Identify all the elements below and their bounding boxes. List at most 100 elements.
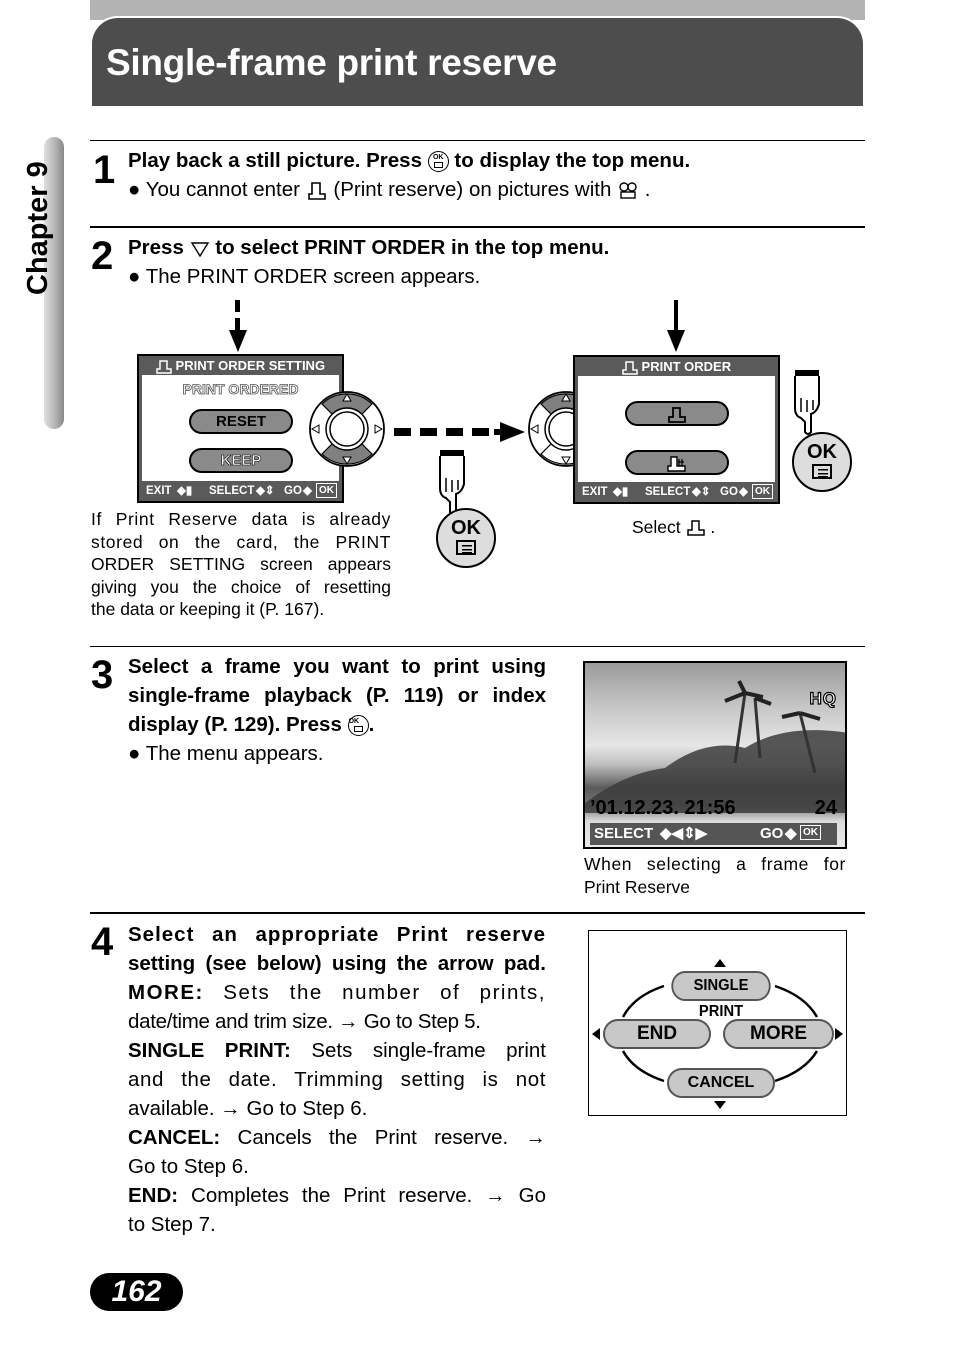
ok-menu-button-icon: OK	[347, 715, 369, 737]
left-triangle-icon	[592, 1028, 600, 1040]
step-number: 3	[91, 653, 114, 697]
divider	[90, 912, 865, 914]
heading-line: Select an appropriate Print reserve	[128, 923, 546, 946]
caption-text: Select	[632, 517, 681, 537]
go-label: GO	[284, 485, 302, 497]
step-1-heading: Play back a still picture. Press OK to d…	[128, 146, 690, 175]
left-key-icon: ◆▮	[613, 486, 629, 498]
heading-text: display (P. 129). Press	[128, 713, 342, 736]
keep-button[interactable]: KEEP	[189, 448, 293, 473]
exit-label: EXIT	[146, 485, 172, 497]
page-title: Single-frame print reserve	[106, 42, 557, 83]
caption-line: Print Reserve	[584, 876, 691, 897]
screen-title: PRINT ORDER	[575, 357, 778, 376]
single-print-menu-button[interactable]: SINGLE PRINT	[671, 971, 771, 1020]
screen-footer: EXIT ◆▮ SELECT ◆⇕ GO ◆ OK	[575, 482, 778, 502]
option-text: and the date. Trimming setting is not	[128, 1068, 546, 1091]
step-text: Play back a still picture. Press	[128, 149, 422, 172]
heading-text: .	[368, 713, 375, 736]
more-menu-button[interactable]: MORE	[723, 1019, 834, 1049]
ok-button[interactable]: OK	[436, 508, 496, 568]
reset-button[interactable]: RESET	[189, 409, 293, 434]
right-arrow-dashed	[394, 422, 525, 442]
updown-key-icon: ◆⇕	[692, 486, 711, 498]
heading-line: display (P. 129). Press OK.	[128, 710, 546, 739]
arrow-pad[interactable]	[308, 390, 386, 468]
print-order-screen: PRINT ORDER EXIT ◆▮ SELECT ◆⇕ GO ◆ OK	[573, 355, 780, 504]
single-print-option[interactable]	[625, 401, 729, 426]
frame-count: 24	[814, 797, 837, 819]
movie-icon	[619, 181, 637, 199]
caption-line: ORDER SETTING screen appears	[91, 554, 391, 574]
step-1-bullet: ● You cannot enter (Print reserve) on pi…	[128, 175, 650, 204]
screen-title-text: PRINT ORDER SETTING	[175, 358, 326, 373]
bullet: ●	[128, 178, 141, 201]
ok-key-label: OK	[800, 825, 821, 840]
go-label: GO	[720, 486, 738, 498]
print-reserve-icon	[156, 359, 172, 374]
right-triangle-icon	[835, 1028, 843, 1040]
caption-line: the data or keeping it (P. 167).	[91, 599, 325, 619]
option-cancel: CANCEL: Cancels the Print reserve. →	[128, 1123, 546, 1152]
step-text: Press	[128, 236, 184, 259]
screen-title-text: PRINT ORDER	[641, 359, 732, 374]
bullet-text: The menu appears.	[145, 742, 324, 765]
down-arrow-icon	[190, 241, 209, 257]
step-2-bullet: ● The PRINT ORDER screen appears.	[128, 262, 480, 291]
bullet: ●	[128, 742, 141, 765]
caption-line: If Print Reserve data is already	[91, 509, 391, 529]
arrow-pad-icon: ◆◀⇕▶	[660, 825, 708, 842]
option-term: END:	[128, 1184, 179, 1207]
select-caption: Select .	[632, 516, 715, 539]
print-reserve-icon	[668, 407, 686, 423]
all-print-icon	[667, 456, 686, 472]
down-triangle-icon	[714, 1101, 726, 1109]
caption-line: stored on the card, the PRINT	[91, 531, 391, 552]
heading-line: Select a frame you want to print using	[128, 655, 546, 678]
ok-button[interactable]: OK	[792, 432, 852, 492]
exit-label: EXIT	[582, 486, 608, 498]
step-text: to display the top menu.	[454, 149, 691, 172]
option-text: to Step 7.	[128, 1213, 216, 1236]
option-single-print: SINGLE PRINT: Sets single-frame print	[128, 1036, 546, 1065]
option-end: END: Completes the Print reserve. → Go	[128, 1181, 546, 1210]
option-term: CANCEL:	[128, 1126, 221, 1149]
divider	[90, 140, 865, 141]
option-term: MORE:	[128, 981, 204, 1004]
page-number: 162	[90, 1273, 183, 1311]
option-text: available. → Go to Step 6.	[128, 1097, 368, 1120]
pointing-hand-icon	[794, 370, 820, 435]
all-print-option[interactable]	[625, 450, 729, 475]
left-key-icon: ◆▮	[177, 485, 193, 497]
quality-badge: HQ	[809, 688, 837, 708]
menu-icon	[456, 540, 476, 555]
option-text: Sets the number of prints,	[223, 981, 546, 1004]
arrow-icon: ◆	[303, 485, 312, 497]
caption-line: giving you the choice of resetting	[91, 576, 391, 597]
cancel-menu-button[interactable]: CANCEL	[667, 1068, 775, 1098]
ok-key-label: OK	[752, 484, 773, 499]
end-menu-button[interactable]: END	[603, 1019, 711, 1049]
option-more: MORE: Sets the number of prints,	[128, 978, 546, 1007]
step-number: 4	[91, 920, 114, 964]
select-label: SELECT	[594, 825, 654, 842]
bullet-text: (Print reserve) on pictures with	[333, 178, 612, 201]
screen-footer: EXIT ◆▮ SELECT ◆⇕ GO ◆ OK	[139, 481, 342, 501]
go-label: GO	[760, 825, 784, 842]
ok-label: OK	[451, 517, 481, 539]
caption-text: .	[710, 517, 716, 537]
option-text: Sets single-frame print	[311, 1039, 546, 1062]
print-reserve-note: If Print Reserve data is already stored …	[91, 508, 391, 621]
arrow-icon: ◆	[739, 486, 748, 498]
ok-key-label: OK	[316, 483, 337, 498]
heading-line: single-frame playback (P. 119) or index	[128, 684, 546, 707]
divider	[90, 226, 865, 228]
bullet-text: You cannot enter	[145, 178, 300, 201]
bullet: ●	[128, 265, 141, 288]
option-term: SINGLE PRINT:	[128, 1039, 291, 1062]
chapter-label: Chapter 9	[22, 161, 54, 295]
option-text: date/time and trim size. → Go to Step 5.	[128, 1010, 481, 1033]
playback-screen: HQ ’01.12.23. 21:56 24 SELECT ◆◀⇕▶ GO ◆ …	[583, 661, 847, 849]
option-text: Cancels the Print reserve. →	[237, 1126, 546, 1149]
print-reserve-menu: SINGLE PRINT END MORE CANCEL	[588, 930, 847, 1116]
